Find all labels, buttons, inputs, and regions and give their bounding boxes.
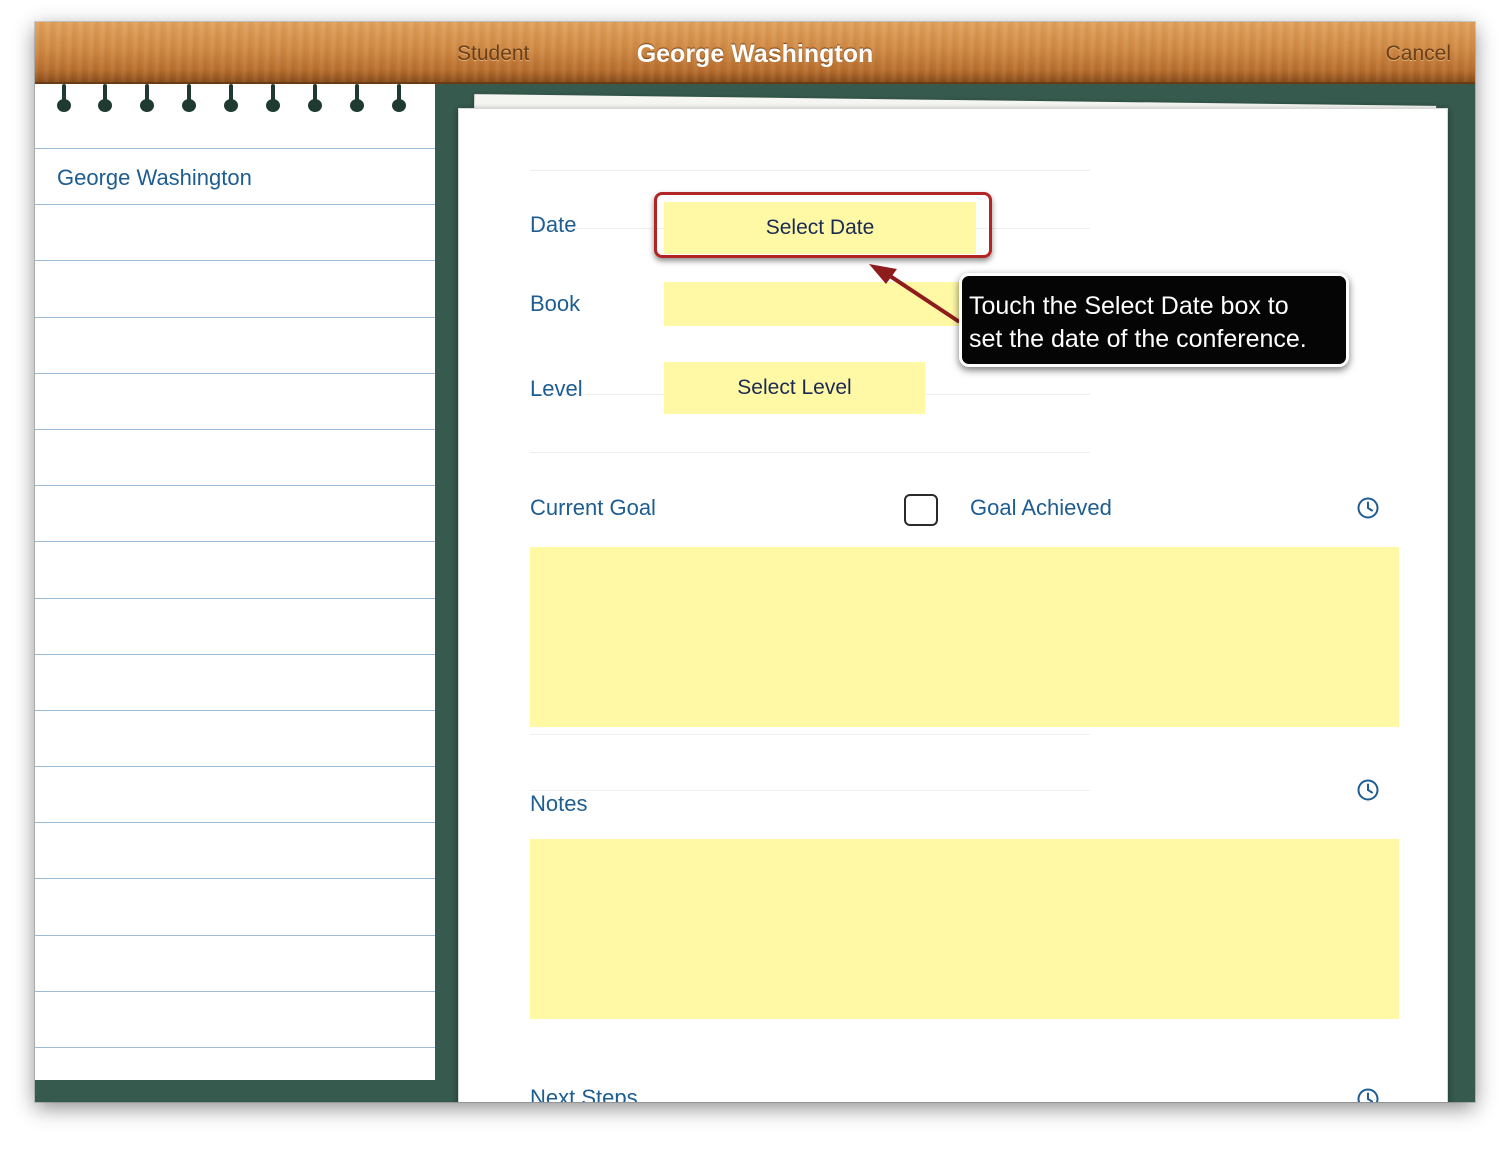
history-clock-icon[interactable] [1356,778,1380,802]
empty-list-row [35,599,435,655]
divider [530,790,1090,791]
spiral-ring [98,84,112,112]
select-level-button[interactable]: Select Level [664,362,925,414]
student-name: George Washington [57,165,252,190]
goal-achieved-label: Goal Achieved [970,495,1112,520]
spiral-ring [182,84,196,112]
book-label: Book [530,291,581,316]
divider [530,170,1090,171]
student-list-panel: George Washington [35,84,435,1080]
spiral-ring [308,84,322,112]
empty-list-row [35,486,435,543]
book-input[interactable] [664,282,964,326]
empty-list-row [35,879,435,936]
callout-text-line: set the date of the conference. [969,325,1307,353]
empty-list-row [35,205,435,262]
spiral-ring [57,84,71,112]
divider [530,452,1090,453]
goal-achieved-checkbox[interactable] [904,494,938,526]
empty-list-row [35,542,435,599]
empty-list-row [35,711,435,768]
notes-textarea[interactable] [530,839,1399,1019]
student-list-item[interactable]: George Washington [35,149,435,206]
date-highlight-box [654,192,992,258]
current-goal-label: Current Goal [530,495,656,520]
level-label: Level [530,376,583,401]
empty-list-row [35,374,435,430]
history-clock-icon[interactable] [1356,496,1380,520]
spiral-ring [350,84,364,112]
student-list: George Washington [35,148,435,1080]
spiral-ring [266,84,280,112]
spiral-ring [140,84,154,112]
spiral-binding [35,84,435,118]
empty-list-row [35,1048,435,1080]
spiral-ring [392,84,406,112]
current-goal-textarea[interactable] [530,547,1399,727]
empty-list-row [35,823,435,880]
empty-list-row [35,936,435,992]
next-steps-label: Next Steps [530,1085,638,1102]
spiral-ring [224,84,238,112]
notes-label: Notes [530,791,588,816]
cancel-button[interactable]: Cancel [1386,42,1451,66]
callout-text-line: Touch the Select Date box to [969,292,1289,320]
empty-list-row [35,992,435,1048]
empty-list-row [35,767,435,824]
app-window: Student George Washington Cancel George … [35,22,1475,1102]
navigation-bar: Student George Washington Cancel [35,22,1475,84]
divider [530,734,1090,735]
empty-list-row [35,655,435,711]
empty-list-row [35,318,435,374]
empty-list-row [35,261,435,318]
empty-list-row [35,430,435,487]
page-title: George Washington [636,40,874,68]
history-clock-icon[interactable] [1356,1087,1380,1102]
date-label: Date [530,212,577,237]
instruction-callout: Touch the Select Date box to set the dat… [959,273,1349,367]
